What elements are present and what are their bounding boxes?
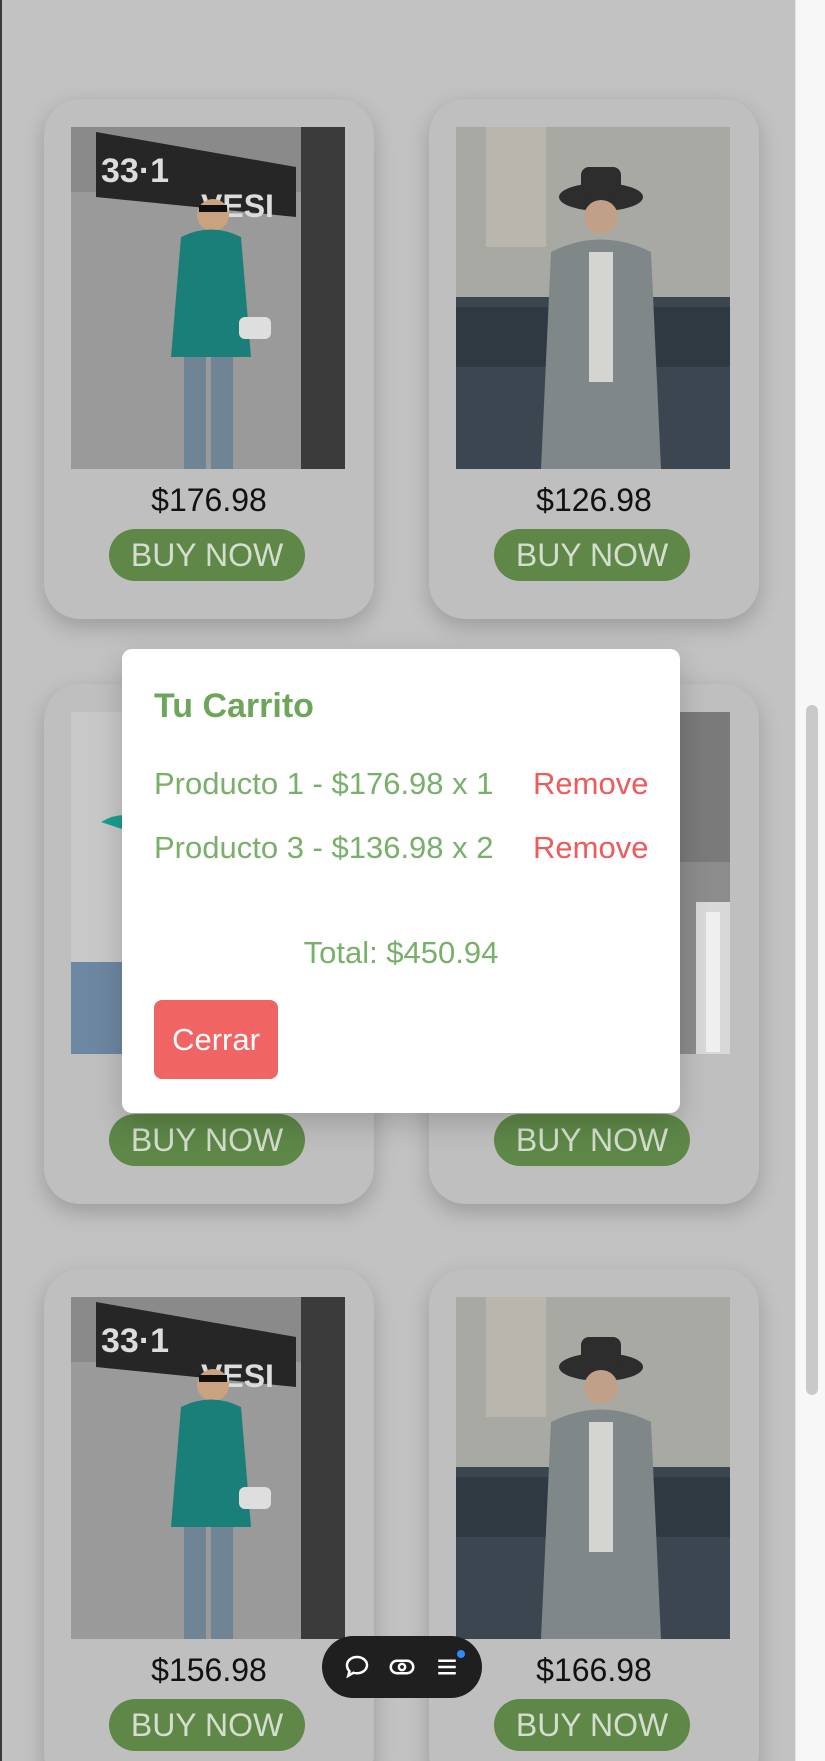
product-image-teal-coat[interactable]: 33·1 VESI	[71, 127, 345, 469]
svg-text:33·1: 33·1	[101, 1322, 169, 1360]
cart-title: Tu Carrito	[154, 687, 314, 725]
buy-now-button[interactable]: BUY NOW	[494, 1114, 690, 1166]
product-card: 33·1 VESI $156.98 BUY NOW	[44, 1269, 374, 1761]
buy-now-button[interactable]: BUY NOW	[109, 1114, 305, 1166]
buy-now-button[interactable]: BUY NOW	[494, 1699, 690, 1751]
cart-item-text: Producto 1 - $176.98 x 1	[154, 766, 494, 801]
teal-coat-image: 33·1 VESI	[71, 127, 345, 469]
product-image-gray-coat[interactable]	[456, 1297, 730, 1639]
buy-now-button[interactable]: BUY NOW	[494, 529, 690, 581]
page-viewport: 33·1 VESI $176.98 BUY NOW $126.98 BUY NO…	[0, 0, 795, 1761]
notification-dot	[457, 1650, 466, 1658]
scrollbar-thumb[interactable]	[806, 705, 818, 1395]
buy-now-button[interactable]: BUY NOW	[109, 1699, 305, 1751]
cart-total: Total: $450.94	[303, 935, 499, 970]
eye-icon[interactable]	[387, 1652, 417, 1682]
buy-now-button[interactable]: BUY NOW	[109, 529, 305, 581]
product-card: 33·1 VESI $176.98 BUY NOW	[44, 99, 374, 619]
cart-modal: Tu Carrito Producto 1 - $176.98 x 1 Remo…	[122, 649, 680, 1113]
cart-item-text: Producto 3 - $136.98 x 2	[154, 830, 494, 865]
chat-bubble-icon[interactable]	[342, 1652, 372, 1682]
close-cart-button[interactable]: Cerrar	[154, 1000, 278, 1079]
product-card: $166.98 BUY NOW	[429, 1269, 759, 1761]
floating-toolbar	[322, 1636, 482, 1698]
product-image-teal-coat[interactable]: 33·1 VESI	[71, 1297, 345, 1639]
remove-item-button[interactable]: Remove	[533, 766, 648, 802]
scrollbar-track[interactable]	[795, 0, 825, 1761]
menu-list-icon[interactable]	[432, 1650, 466, 1682]
product-image-gray-coat[interactable]	[456, 127, 730, 469]
gray-coat-image	[456, 1297, 730, 1639]
product-card: $126.98 BUY NOW	[429, 99, 759, 619]
remove-item-button[interactable]: Remove	[533, 830, 648, 866]
gray-coat-image	[456, 127, 730, 469]
teal-coat-image: 33·1 VESI	[71, 1297, 345, 1639]
product-price: $176.98	[151, 482, 267, 518]
svg-text:33·1: 33·1	[101, 152, 169, 190]
product-price: $126.98	[536, 482, 652, 518]
